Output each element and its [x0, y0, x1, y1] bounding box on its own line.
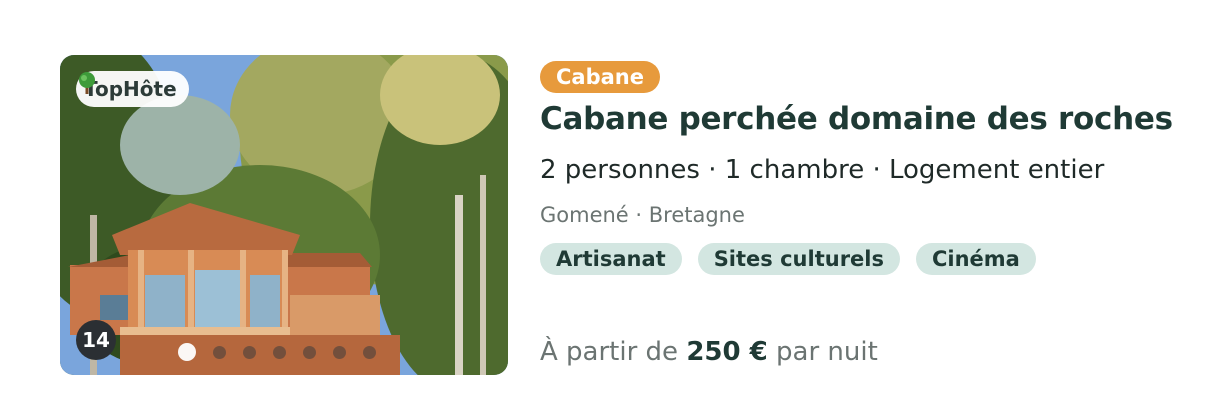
carousel-dot[interactable] — [333, 345, 346, 359]
listing-card[interactable]: TopHôte 14 Cabane Cabane perchée domaine… — [60, 55, 1180, 377]
carousel-dot[interactable] — [178, 343, 196, 361]
listing-photo[interactable]: TopHôte 14 — [60, 55, 508, 375]
accommodation-type-badge: Cabane — [540, 61, 660, 93]
price-amount: 250 € — [686, 337, 768, 367]
carousel-dot[interactable] — [243, 345, 256, 359]
price-prefix: À partir de — [540, 337, 679, 367]
price-suffix: par nuit — [776, 337, 878, 367]
listing-info: Cabane Cabane perchée domaine des roches… — [540, 55, 1180, 367]
carousel-dot[interactable] — [273, 345, 286, 359]
tag-artisanat: Artisanat — [540, 243, 682, 275]
top-host-badge: TopHôte — [76, 71, 189, 107]
carousel-dot[interactable] — [213, 345, 226, 359]
listing-price: À partir de 250 € par nuit — [540, 337, 878, 367]
tag-cinema: Cinéma — [915, 243, 1036, 275]
carousel-dot[interactable] — [363, 345, 376, 359]
listing-location: Gomené · Bretagne — [540, 203, 745, 227]
carousel-dots[interactable] — [178, 343, 376, 361]
carousel-dot[interactable] — [303, 345, 316, 359]
tag-sites-culturels: Sites culturels — [697, 243, 900, 275]
photo-count-badge: 14 — [76, 320, 116, 360]
tree-icon — [79, 72, 95, 94]
listing-specs: 2 personnes · 1 chambre · Logement entie… — [540, 155, 1105, 185]
tag-list: Artisanat Sites culturels Cinéma — [540, 243, 1180, 275]
listing-title[interactable]: Cabane perchée domaine des roches — [540, 101, 1180, 137]
